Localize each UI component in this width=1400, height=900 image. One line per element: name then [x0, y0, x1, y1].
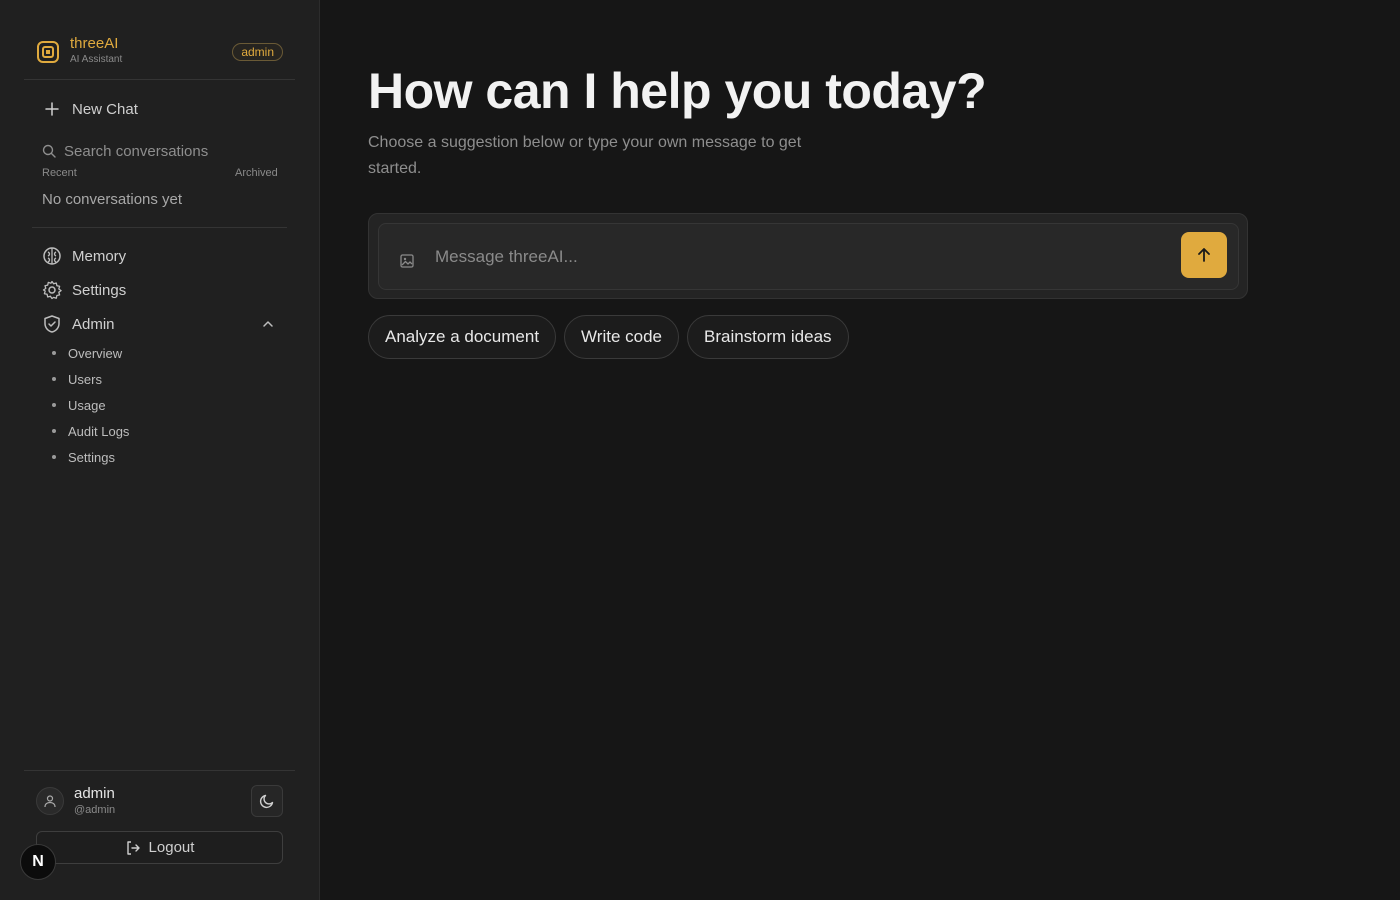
logout-button[interactable]: Logout	[36, 831, 283, 864]
gear-icon	[42, 280, 62, 300]
suggestion-list: Analyze a document Write code Brainstorm…	[368, 315, 849, 359]
admin-item-settings[interactable]: Settings	[52, 447, 115, 467]
admin-item-label: Overview	[68, 345, 123, 361]
admin-item-label: Audit Logs	[68, 423, 130, 439]
search-box	[32, 136, 287, 166]
admin-item-audit-logs[interactable]: Audit Logs	[52, 421, 129, 441]
sidebar-item-memory[interactable]: Memory	[32, 240, 287, 272]
chevron-up-icon[interactable]	[261, 317, 275, 331]
bullet	[52, 403, 56, 407]
image-upload-icon[interactable]	[399, 253, 415, 269]
divider	[24, 770, 295, 771]
admin-item-label: Settings	[68, 449, 115, 465]
brand-header: threeAI AI Assistant admin	[24, 24, 295, 80]
logout-icon	[126, 840, 140, 855]
chat-main: How can I help you today? Choose a sugge…	[320, 0, 1400, 900]
logout-label: Logout	[148, 839, 195, 856]
composer-field	[378, 223, 1239, 290]
shield-check-icon	[42, 314, 62, 334]
admin-item-label: Usage	[68, 397, 106, 413]
user-handle: @admin	[74, 804, 116, 816]
admin-item-usage[interactable]: Usage	[52, 395, 106, 415]
theme-toggle-button[interactable]	[251, 785, 283, 817]
search-icon	[42, 144, 56, 158]
bullet	[52, 429, 56, 433]
brand-subtitle: AI Assistant	[70, 54, 123, 65]
user-name: admin	[74, 785, 115, 802]
sidebar-item-label: Memory	[72, 247, 127, 265]
bullet	[52, 351, 56, 355]
empty-conversations-text: No conversations yet	[42, 191, 183, 208]
tab-archived[interactable]: Archived	[235, 167, 278, 179]
search-input[interactable]	[64, 142, 264, 160]
admin-item-overview[interactable]: Overview	[52, 343, 122, 363]
tab-recent[interactable]: Recent	[42, 167, 77, 179]
sidebar-item-settings[interactable]: Settings	[32, 274, 287, 306]
suggestion-chip[interactable]: Write code	[564, 315, 679, 359]
sidebar-item-label: Admin	[72, 315, 115, 333]
suggestion-chip[interactable]: Brainstorm ideas	[687, 315, 849, 359]
admin-item-label: Users	[68, 371, 102, 387]
page-title: How can I help you today?	[368, 63, 987, 119]
avatar[interactable]	[36, 787, 64, 815]
role-badge: admin	[232, 43, 283, 61]
suggestion-chip[interactable]: Analyze a document	[368, 315, 557, 359]
dev-tools-badge[interactable]: N	[20, 844, 56, 880]
divider	[32, 227, 287, 228]
message-input[interactable]	[435, 245, 1165, 269]
user-icon	[44, 795, 56, 808]
brand-title: threeAI	[70, 35, 119, 52]
new-chat-label: New Chat	[72, 100, 138, 118]
moon-icon	[259, 794, 274, 809]
plus-icon	[45, 102, 59, 116]
message-composer	[368, 213, 1248, 299]
new-chat-button[interactable]: New Chat	[32, 92, 287, 126]
brain-icon	[42, 246, 62, 266]
sidebar-item-label: Settings	[72, 281, 127, 299]
bullet	[52, 455, 56, 459]
sidebar: threeAI AI Assistant admin New Chat Rece…	[0, 0, 320, 900]
admin-item-users[interactable]: Users	[52, 369, 102, 389]
sidebar-item-admin[interactable]: Admin	[32, 308, 287, 340]
page-subtitle: Choose a suggestion below or type your o…	[368, 134, 802, 177]
arrow-up-icon	[1198, 248, 1210, 262]
bullet	[52, 377, 56, 381]
send-button[interactable]	[1181, 232, 1227, 278]
square-dot-logo-icon	[37, 41, 59, 63]
